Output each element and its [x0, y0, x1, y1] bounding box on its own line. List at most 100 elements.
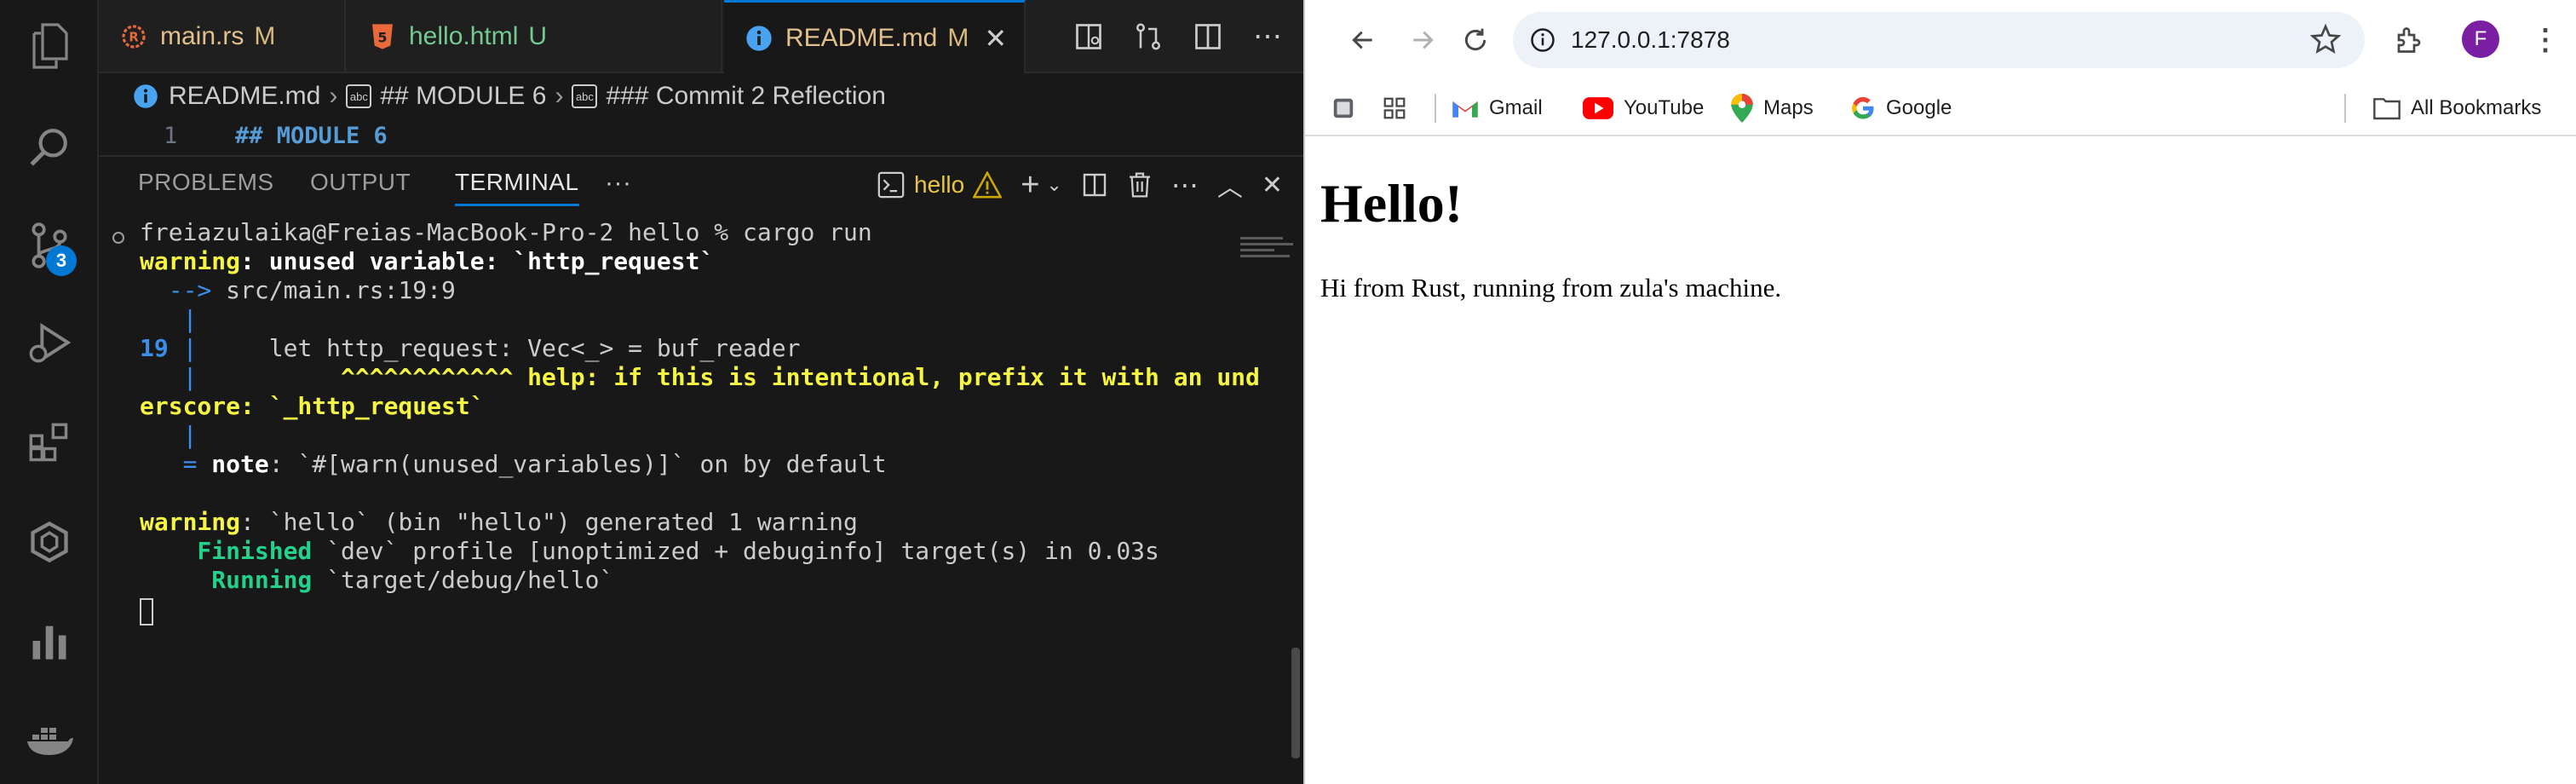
tab-label: hello.html: [409, 22, 519, 50]
browser-window: 127.0.0.1:7878 F ⋮ Gmail YouTube Maps Go…: [1303, 0, 2576, 784]
tab-status: M: [254, 22, 276, 50]
address-bar[interactable]: 127.0.0.1:7878: [1513, 12, 2365, 68]
heading-symbol-icon: abc: [572, 84, 598, 108]
terminal-line: --> src/main.rs:19:9: [140, 276, 456, 304]
code-line[interactable]: ## MODULE 6: [235, 123, 388, 149]
terminal-line: | ^^^^^^^^^^^^ help: if this is intentio…: [140, 363, 1260, 391]
tab-output[interactable]: OUTPUT: [310, 169, 411, 196]
charts-icon[interactable]: [24, 615, 75, 666]
more-icon[interactable]: ⋯: [1171, 169, 1199, 201]
tab-main-rs[interactable]: R main.rs M: [99, 0, 346, 73]
bookmarks-divider: [2344, 94, 2346, 123]
close-panel-icon[interactable]: ✕: [1262, 170, 1283, 200]
split-terminal-icon[interactable]: [1081, 171, 1108, 199]
breadcrumb-item[interactable]: ### Commit 2 Reflection: [606, 82, 885, 111]
svg-text:5: 5: [377, 30, 387, 46]
page-paragraph: Hi from Rust, running from zula's machin…: [1320, 273, 1782, 303]
source-control-badge: 3: [46, 245, 77, 276]
close-icon[interactable]: ✕: [984, 22, 1007, 55]
editor-area[interactable]: 1 ## MODULE 6: [99, 119, 1303, 257]
info-file-icon: [745, 24, 773, 53]
breadcrumb-item[interactable]: ## MODULE 6: [380, 82, 546, 111]
reload-icon[interactable]: [1455, 20, 1496, 61]
tab-hello-html[interactable]: 5 hello.html U: [348, 0, 722, 73]
tab-label: README.md: [785, 23, 938, 52]
web-page-content: Hello! Hi from Rust, running from zula's…: [1305, 138, 2576, 784]
tab-readme-md[interactable]: README.md M ✕: [724, 0, 1026, 73]
chevron-right-icon: ›: [329, 82, 338, 110]
menu-kebab-icon[interactable]: ⋮: [2525, 20, 2566, 61]
tab-terminal[interactable]: TERMINAL: [455, 169, 579, 206]
trash-icon[interactable]: [1127, 171, 1153, 199]
bookmark-gmail[interactable]: Gmail: [1452, 92, 1543, 124]
tab-status: M: [947, 23, 969, 52]
terminal-line: freiazulaika@Freias-MacBook-Pro-2 hello …: [140, 218, 872, 246]
line-number: 1: [164, 123, 178, 149]
editor-tab-bar: R main.rs M 5 hello.html U README.md M ✕: [99, 0, 1303, 73]
search-icon[interactable]: [24, 121, 75, 172]
terminal[interactable]: freiazulaika@Freias-MacBook-Pro-2 hello …: [99, 218, 1262, 784]
tab-status: U: [528, 22, 548, 50]
terminal-selector[interactable]: hello: [877, 170, 1003, 199]
extensions-puzzle-icon[interactable]: [2389, 20, 2429, 61]
apps-grid-icon[interactable]: [1382, 92, 1407, 124]
open-changes-icon[interactable]: [1130, 18, 1167, 55]
forward-icon[interactable]: [1402, 20, 1443, 61]
back-icon[interactable]: [1343, 20, 1383, 61]
terminal-line: Finished `dev` profile [unoptimized + de…: [140, 537, 1159, 565]
terminal-line: erscore: `_http_request`: [140, 392, 485, 420]
browser-toolbar: 127.0.0.1:7878 F ⋮: [1305, 0, 2576, 80]
gmail-icon: [1452, 101, 1478, 118]
extensions-icon[interactable]: [24, 418, 75, 469]
html5-file-icon: 5: [368, 22, 397, 51]
profile-avatar[interactable]: F: [2462, 20, 2499, 58]
run-debug-icon[interactable]: [24, 317, 75, 368]
terminal-line: warning: unused variable: `http_request`: [140, 247, 715, 275]
tab-search-icon[interactable]: [1331, 92, 1356, 124]
bookmark-maps[interactable]: Maps: [1731, 92, 1814, 124]
remote-explorer-icon[interactable]: [24, 516, 75, 568]
terminal-line: Running `target/debug/hello`: [140, 566, 614, 594]
editor-actions: ⋯: [1070, 0, 1286, 73]
more-actions-icon[interactable]: ⋯: [1249, 18, 1286, 55]
bookmarks-divider: [1435, 94, 1436, 123]
split-editor-icon[interactable]: [1189, 18, 1227, 55]
terminal-scrollbar[interactable]: [1291, 648, 1300, 758]
tab-problems[interactable]: PROBLEMS: [138, 169, 274, 196]
chevron-right-icon: ›: [555, 82, 564, 110]
terminal-name: hello: [914, 171, 965, 198]
terminal-line: warning: `hello` (bin "hello") generated…: [140, 508, 858, 536]
docker-icon[interactable]: [24, 714, 75, 765]
terminal-line: |: [140, 421, 198, 449]
site-info-icon[interactable]: [1530, 27, 1555, 53]
panel-actions: hello + ⌄ ⋯ ︿ ✕: [877, 165, 1283, 205]
heading-symbol-icon: abc: [346, 84, 372, 108]
tab-label: main.rs: [160, 22, 244, 50]
terminal-icon: [877, 171, 905, 199]
terminal-line: = note: `#[warn(unused_variables)]` on b…: [140, 450, 887, 478]
new-terminal-icon[interactable]: +: [1021, 167, 1039, 204]
rust-file-icon: R: [119, 22, 148, 51]
bookmark-youtube[interactable]: YouTube: [1583, 92, 1704, 124]
chevron-down-icon[interactable]: ⌄: [1046, 174, 1061, 196]
bookmark-google[interactable]: Google: [1850, 92, 1952, 124]
page-heading: Hello!: [1320, 173, 1463, 233]
bookmark-star-icon[interactable]: [2310, 24, 2341, 55]
google-g-icon: [1852, 96, 1874, 119]
panel-header: PROBLEMS OUTPUT TERMINAL ··· hello + ⌄ ⋯…: [99, 155, 1303, 211]
activity-bar: 3: [0, 0, 99, 784]
maps-pin-icon: [1731, 94, 1753, 123]
url-text[interactable]: 127.0.0.1:7878: [1571, 26, 1730, 54]
explorer-icon[interactable]: [24, 20, 75, 72]
all-bookmarks-button[interactable]: All Bookmarks: [2373, 92, 2541, 124]
vscode-window: 3 R main.rs M 5 hello.html U README.md M…: [0, 0, 1303, 784]
breadcrumb: README.md › abc ## MODULE 6 › abc ### Co…: [99, 75, 1303, 118]
breadcrumb-item[interactable]: README.md: [169, 82, 320, 111]
warning-icon: [973, 171, 1003, 199]
folder-icon: [2373, 98, 2401, 120]
terminal-cursor: [140, 598, 153, 625]
svg-text:R: R: [129, 30, 138, 44]
panel-more-button[interactable]: ···: [605, 169, 631, 198]
maximize-panel-icon[interactable]: ︿: [1217, 166, 1243, 204]
open-preview-icon[interactable]: [1070, 18, 1107, 55]
